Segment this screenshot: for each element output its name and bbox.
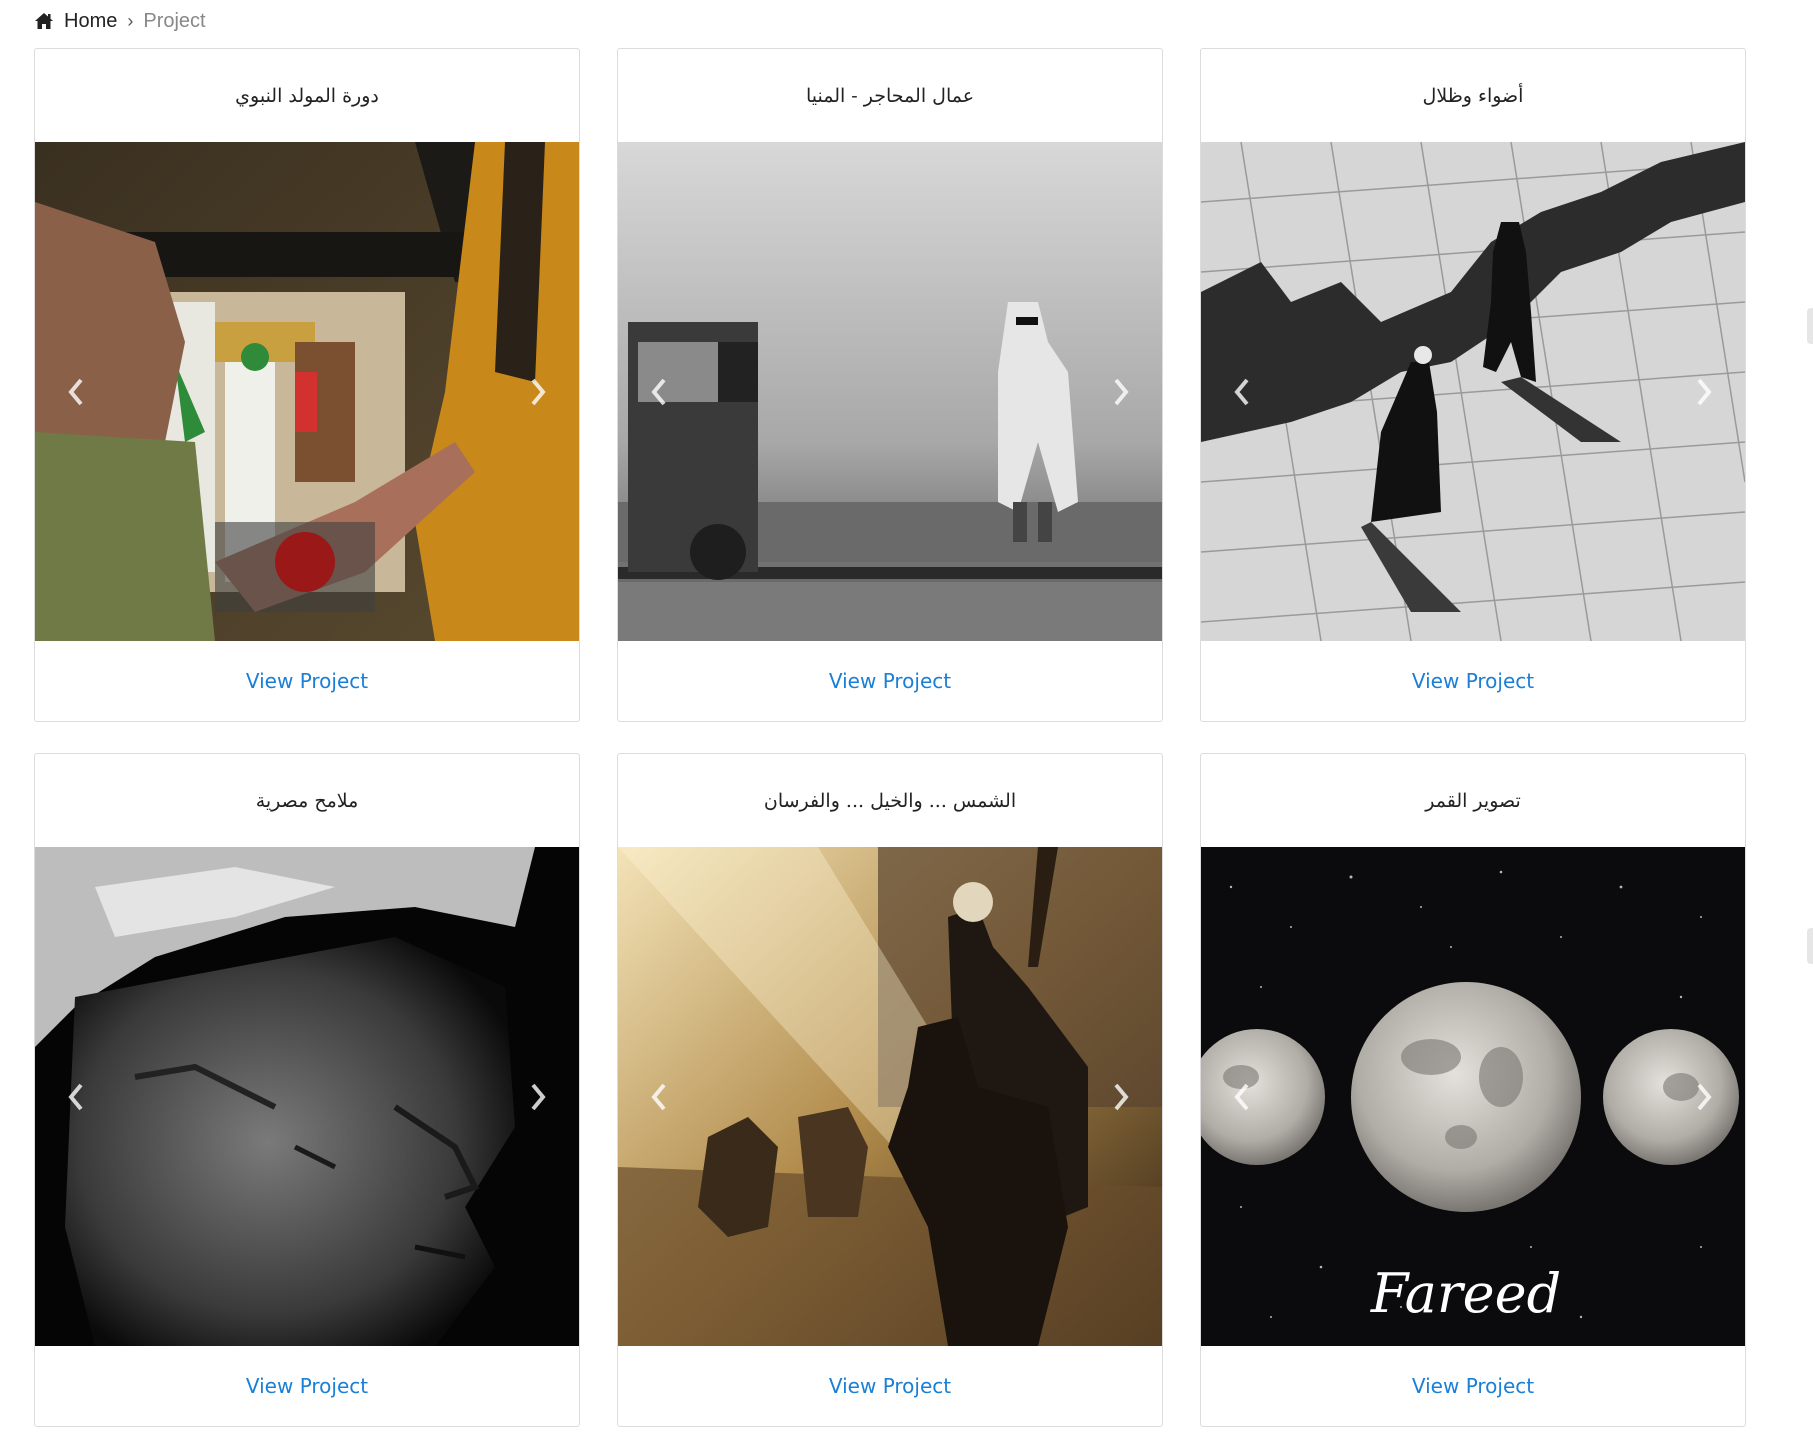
carousel-prev-button[interactable] <box>1227 372 1257 412</box>
carousel-prev-button[interactable] <box>61 372 91 412</box>
breadcrumb-separator: › <box>127 10 134 31</box>
view-project-link[interactable]: View Project <box>1412 1374 1534 1398</box>
home-icon[interactable] <box>34 12 54 30</box>
carousel-prev-button[interactable] <box>61 1077 91 1117</box>
project-footer: View Project <box>1201 1346 1745 1425</box>
carousel-prev-button[interactable] <box>1227 1077 1257 1117</box>
chevron-left-icon <box>68 378 83 405</box>
chevron-left-icon <box>651 378 666 405</box>
chevron-right-icon <box>1114 1083 1129 1110</box>
edge-scroll-tab[interactable] <box>1807 308 1813 344</box>
project-title: ملامح مصرية <box>255 789 359 812</box>
project-photo <box>1201 142 1745 641</box>
chevron-left-icon <box>68 1083 83 1110</box>
project-footer: View Project <box>35 1346 579 1425</box>
project-carousel[interactable] <box>1201 142 1745 641</box>
project-footer: View Project <box>618 641 1162 720</box>
project-carousel[interactable] <box>618 847 1162 1346</box>
project-footer: View Project <box>35 641 579 720</box>
project-carousel[interactable] <box>618 142 1162 641</box>
carousel-next-button[interactable] <box>1106 372 1136 412</box>
project-title: تصوير القمر <box>1425 789 1521 812</box>
carousel-next-button[interactable] <box>1689 1077 1719 1117</box>
project-card: تصوير القمر Fareed View Project <box>1200 753 1746 1427</box>
chevron-right-icon <box>531 378 546 405</box>
view-project-link[interactable]: View Project <box>829 669 951 693</box>
project-title: الشمس ... والخيل ... والفرسان <box>763 789 1017 812</box>
project-card: أضواء وظلال View Project <box>1200 48 1746 722</box>
chevron-right-icon <box>1114 378 1129 405</box>
project-carousel[interactable] <box>35 142 579 641</box>
breadcrumb-home-link[interactable]: Home <box>64 10 117 33</box>
project-title: عمال المحاجر - المنيا <box>805 84 975 107</box>
project-carousel[interactable] <box>35 847 579 1346</box>
view-project-link[interactable]: View Project <box>1412 669 1534 693</box>
project-card: عمال المحاجر - المنيا View Project <box>617 48 1163 722</box>
chevron-right-icon <box>1697 1083 1712 1110</box>
view-project-link[interactable]: View Project <box>246 1374 368 1398</box>
carousel-next-button[interactable] <box>1106 1077 1136 1117</box>
project-photo <box>618 142 1162 641</box>
project-footer: View Project <box>618 1346 1162 1425</box>
project-photo <box>618 847 1162 1346</box>
project-footer: View Project <box>1201 641 1745 720</box>
signature-text: Fareed <box>1370 1262 1561 1325</box>
project-card: ملامح مصرية View Project <box>34 753 580 1427</box>
carousel-next-button[interactable] <box>523 372 553 412</box>
project-title: أضواء وظلال <box>1422 84 1524 107</box>
project-grid: دورة المولد النبوي View Project عمال الم… <box>34 48 1746 1427</box>
carousel-prev-button[interactable] <box>644 1077 674 1117</box>
project-photo <box>35 847 579 1346</box>
chevron-left-icon <box>1234 1083 1249 1110</box>
view-project-link[interactable]: View Project <box>829 1374 951 1398</box>
project-photo <box>35 142 579 641</box>
project-carousel[interactable]: Fareed <box>1201 847 1745 1346</box>
chevron-left-icon <box>651 1083 666 1110</box>
carousel-next-button[interactable] <box>523 1077 553 1117</box>
carousel-next-button[interactable] <box>1689 372 1719 412</box>
view-project-link[interactable]: View Project <box>246 669 368 693</box>
edge-scroll-tab[interactable] <box>1807 928 1813 964</box>
chevron-right-icon <box>1697 378 1712 405</box>
carousel-prev-button[interactable] <box>644 372 674 412</box>
breadcrumb: Home › Project <box>34 8 206 34</box>
project-card: الشمس ... والخيل ... والفرسان View Proje… <box>617 753 1163 1427</box>
breadcrumb-current: Project <box>143 9 206 32</box>
project-title: دورة المولد النبوي <box>235 84 379 107</box>
project-card: دورة المولد النبوي View Project <box>34 48 580 722</box>
chevron-left-icon <box>1234 378 1249 405</box>
project-photo: Fareed <box>1201 847 1745 1346</box>
chevron-right-icon <box>531 1083 546 1110</box>
